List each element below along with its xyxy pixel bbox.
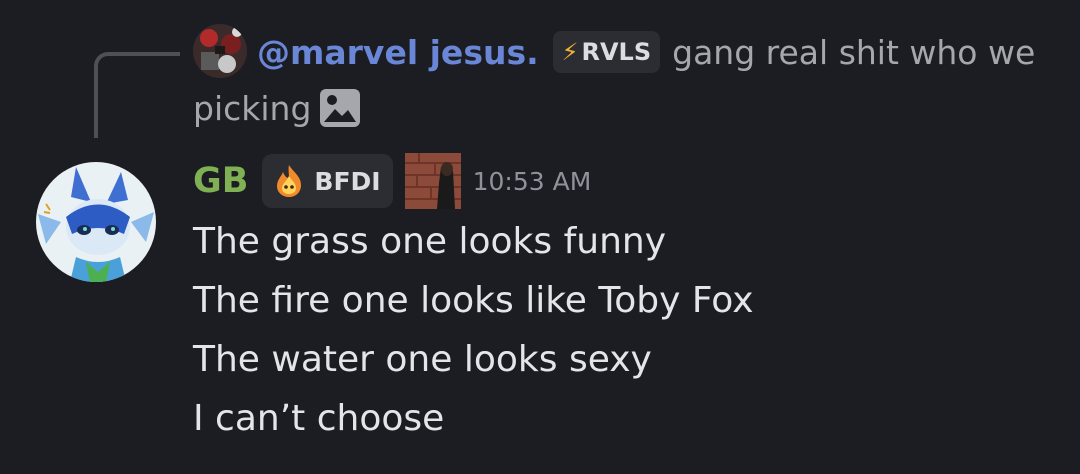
image-attachment-icon bbox=[319, 88, 361, 128]
message-timestamp[interactable]: 10:53 AM bbox=[473, 167, 592, 196]
message-line: The water one looks sexy bbox=[193, 339, 652, 380]
message-line: I can’t choose bbox=[193, 398, 445, 439]
server-tag-badge[interactable]: ⚡ RVLS bbox=[552, 31, 661, 73]
server-tag-label: RVLS bbox=[581, 38, 652, 66]
message-line: The fire one looks like Toby Fox bbox=[193, 280, 754, 321]
reply-preview[interactable]: @marvel jesus. ⚡ RVLS gang real shit who we… bbox=[193, 23, 1063, 136]
message-header: GB BFDI 10:53 AM bbox=[193, 150, 591, 212]
role-badge[interactable]: BFDI bbox=[262, 154, 393, 208]
lightning-icon: ⚡ bbox=[561, 38, 579, 66]
author-avatar[interactable] bbox=[36, 162, 156, 282]
profile-decoration-image bbox=[404, 153, 461, 209]
author-name[interactable]: GB bbox=[193, 161, 248, 201]
reply-connector-line bbox=[94, 52, 180, 138]
message-body: The grass one looks funny The fire one l… bbox=[193, 212, 754, 448]
role-label: BFDI bbox=[314, 166, 381, 196]
flame-icon bbox=[277, 165, 302, 197]
reply-author-avatar[interactable] bbox=[193, 23, 247, 78]
chat-message-container: @marvel jesus. ⚡ RVLS gang real shit who we… bbox=[0, 0, 1080, 474]
reply-mention[interactable]: @marvel jesus. bbox=[257, 33, 539, 72]
message-line: The grass one looks funny bbox=[193, 221, 667, 262]
